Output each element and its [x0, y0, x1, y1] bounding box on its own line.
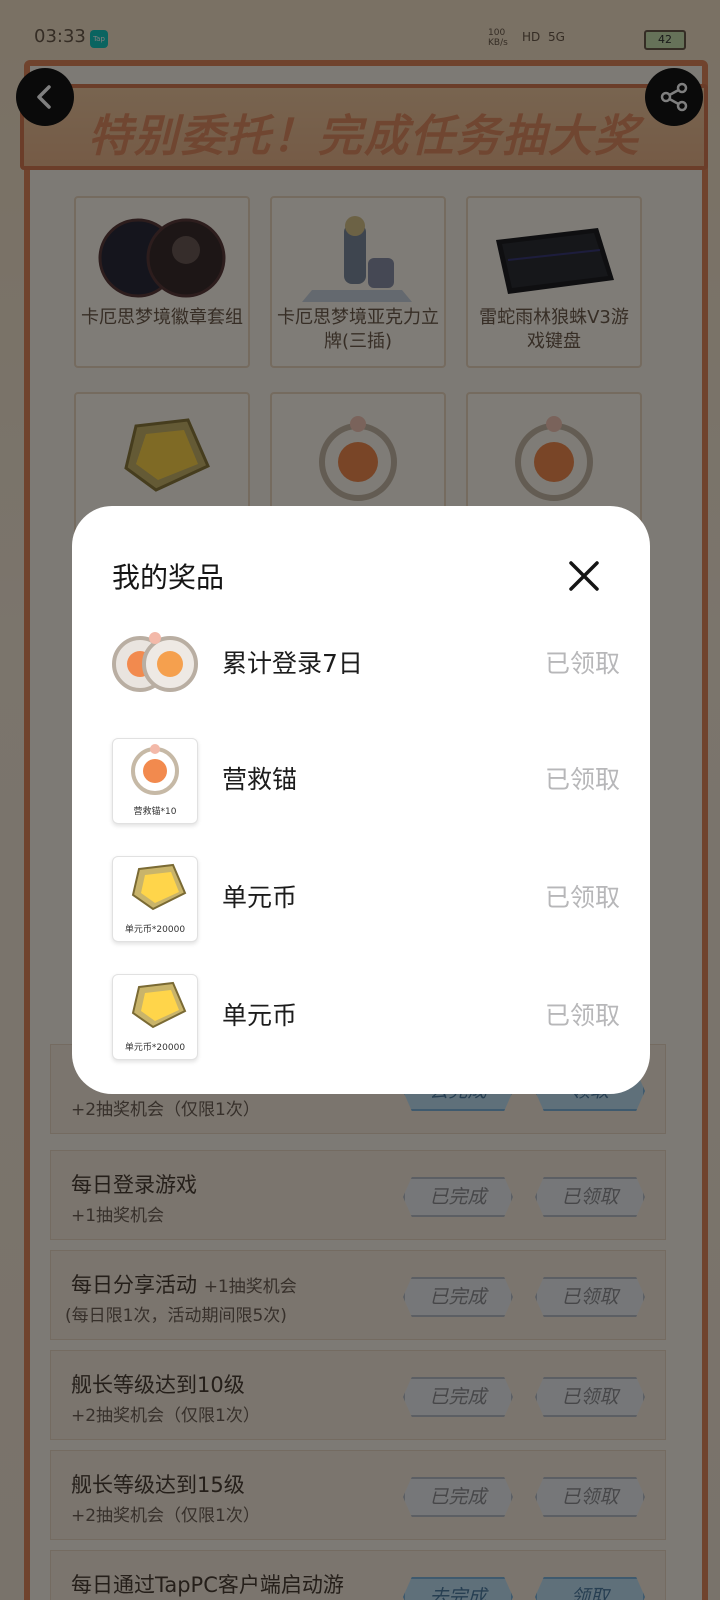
close-icon[interactable] [566, 558, 602, 594]
thumb-caption: 单元币*20000 [124, 925, 186, 935]
rescue-anchor-icon [131, 744, 179, 795]
my-prizes-dialog: 我的奖品 累计登录7日 已领取 营救锚*10 营救锚 已领取 单元币*20000… [72, 506, 650, 1094]
prize-card-thumb: 营救锚*10 [112, 738, 198, 824]
prize-name: 营救锚 [222, 765, 298, 794]
prize-name: 单元币 [222, 883, 298, 912]
prize-list-item: 累计登录7日 已领取 [110, 616, 620, 712]
prize-list-item: 营救锚*10 营救锚 已领取 [110, 732, 620, 828]
prize-status: 已领取 [544, 883, 620, 912]
prize-status: 已领取 [544, 1001, 620, 1030]
prize-thumbnail: 营救锚*10 [110, 736, 200, 824]
prize-card-thumb: 单元币*20000 [112, 974, 198, 1060]
prize-name: 累计登录7日 [222, 649, 363, 678]
thumb-caption: 单元币*20000 [124, 1043, 186, 1053]
thumb-caption: 营救锚*10 [133, 807, 177, 817]
prize-list-item: 单元币*20000 单元币 已领取 [110, 968, 620, 1064]
prize-list-item: 单元币*20000 单元币 已领取 [110, 850, 620, 946]
prize-name: 单元币 [222, 1001, 298, 1030]
rescue-anchor-icon [112, 632, 198, 692]
prize-status: 已领取 [544, 765, 620, 794]
prize-card-thumb: 单元币*20000 [112, 856, 198, 942]
prize-thumbnail: 单元币*20000 [110, 972, 200, 1060]
unit-coin-icon [131, 981, 187, 1029]
unit-coin-icon [131, 863, 187, 911]
prize-status: 已领取 [544, 649, 620, 678]
dialog-title: 我的奖品 [112, 561, 225, 594]
prize-thumbnail: 单元币*20000 [110, 854, 200, 942]
